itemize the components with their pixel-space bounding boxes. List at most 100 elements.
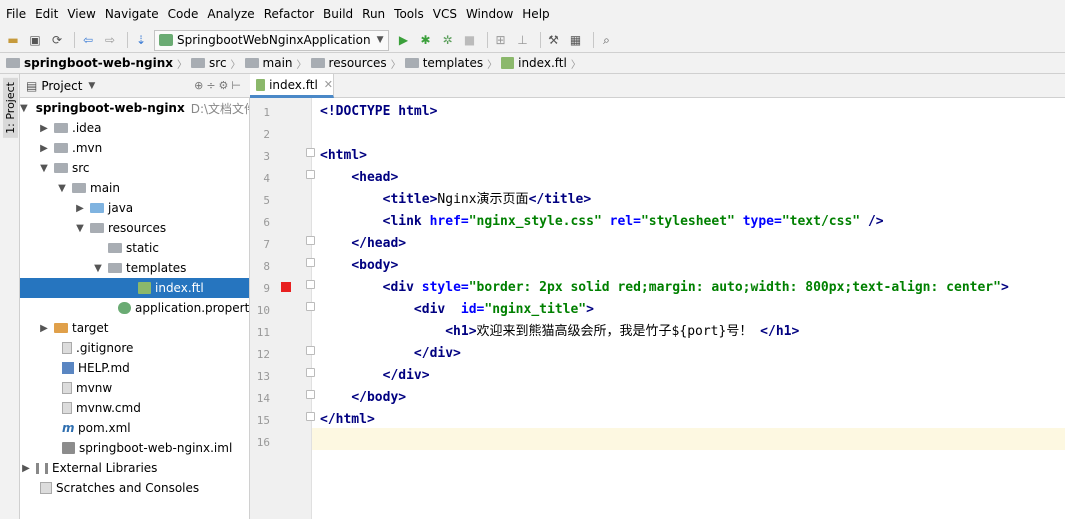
menu-vcs[interactable]: VCS <box>433 7 457 21</box>
editor-gutter[interactable]: 1 2 3 4 5 6 7 8 9 10 11 12 13 14 15 16 <box>250 98 315 519</box>
folder-icon <box>404 58 419 68</box>
menu-window[interactable]: Window <box>466 7 513 21</box>
line-number: 7 <box>263 238 270 251</box>
tree-item-scratches[interactable]: Scratches and Consoles <box>20 478 249 498</box>
chevron-right-icon[interactable]: ▶ <box>38 143 50 154</box>
stop-icon[interactable]: ■ <box>461 31 479 49</box>
title-text: Nginx演示页面 <box>437 192 529 207</box>
chevron-right-icon: 〉 <box>390 59 401 71</box>
settings-icon[interactable]: ⚒ <box>545 31 563 49</box>
chevron-down-icon[interactable]: ▼ <box>74 223 86 234</box>
tree-item-iml[interactable]: springboot-web-nginx.iml <box>20 438 249 458</box>
tree-item-java[interactable]: ▶ java <box>20 198 249 218</box>
project-tool-window-button[interactable]: 1: Project <box>3 78 18 138</box>
menu-code[interactable]: Code <box>168 7 199 21</box>
tree-item-resources[interactable]: ▼ resources <box>20 218 249 238</box>
build-icon[interactable]: ⇣ <box>132 31 150 49</box>
folder-icon <box>54 143 68 153</box>
menu-run[interactable]: Run <box>362 7 385 21</box>
breadcrumb-item-templates[interactable]: templates 〉 <box>404 56 501 71</box>
spring-icon <box>159 34 173 46</box>
tree-item-mvnw-cmd[interactable]: mvnw.cmd <box>20 398 249 418</box>
tree-item-gitignore[interactable]: .gitignore <box>20 338 249 358</box>
breadcrumb-item-resources[interactable]: resources 〉 <box>310 56 405 71</box>
fold-marker-icon[interactable] <box>306 148 315 157</box>
tree-item-static[interactable]: static <box>20 238 249 258</box>
sync-icon[interactable]: ⟳ <box>48 31 66 49</box>
search-everywhere-icon[interactable]: ⌕ <box>598 31 616 49</box>
collapse-icon[interactable]: ÷ <box>206 79 218 92</box>
breadcrumb-item-src[interactable]: src 〉 <box>191 56 245 71</box>
tree-item-application-properties[interactable]: application.properties <box>20 298 249 318</box>
chevron-down-icon[interactable]: ▼ <box>56 183 68 194</box>
doctype: <!DOCTYPE html> <box>320 104 438 119</box>
breadcrumb-item-main[interactable]: main 〉 <box>244 56 311 71</box>
text-file-icon <box>62 382 72 394</box>
hide-icon[interactable]: ⊢ <box>231 79 244 92</box>
menu-view[interactable]: View <box>67 7 95 21</box>
menu-tools[interactable]: Tools <box>394 7 424 21</box>
fold-marker-icon[interactable] <box>306 346 315 355</box>
fold-marker-icon[interactable] <box>306 368 315 377</box>
chevron-down-icon[interactable]: ▼ <box>92 263 104 274</box>
tree-item-root[interactable]: ▼ springboot-web-nginx D:\文档文件 <box>20 98 249 118</box>
tree-item-templates[interactable]: ▼ templates <box>20 258 249 278</box>
fold-marker-icon[interactable] <box>306 280 315 289</box>
code-line-13: </div> <box>382 368 430 383</box>
folder-icon <box>54 123 68 133</box>
menu-edit[interactable]: Edit <box>35 7 58 21</box>
close-icon[interactable]: ✕ <box>324 78 333 91</box>
tree-item-index-ftl[interactable]: index.ftl <box>20 278 249 298</box>
chevron-right-icon[interactable]: ▶ <box>38 323 50 334</box>
forward-icon[interactable]: ⇨ <box>101 31 119 49</box>
tree-item-help-md[interactable]: HELP.md <box>20 358 249 378</box>
back-icon[interactable]: ⇦ <box>79 31 97 49</box>
code-editor[interactable]: 1 2 3 4 5 6 7 8 9 10 11 12 13 14 15 16 <… <box>250 98 1065 519</box>
menu-analyze[interactable]: Analyze <box>207 7 254 21</box>
chevron-down-icon[interactable]: ▼ <box>38 163 50 174</box>
tree-item-mvn[interactable]: ▶ .mvn <box>20 138 249 158</box>
tree-item-target[interactable]: ▶ target <box>20 318 249 338</box>
project-structure-icon[interactable]: ▦ <box>567 31 585 49</box>
tab-index-ftl[interactable]: index.ftl ✕ <box>250 74 334 98</box>
project-panel-title[interactable]: Project <box>41 79 82 93</box>
gear-icon[interactable]: ⚙ <box>219 79 232 92</box>
tree-item-external-libraries[interactable]: ▶ External Libraries <box>20 458 249 478</box>
toolbar-separator <box>486 32 488 48</box>
fold-marker-icon[interactable] <box>306 302 315 311</box>
git-update-icon[interactable]: ⊞ <box>492 31 510 49</box>
chevron-right-icon[interactable]: ▶ <box>20 463 32 474</box>
run-config-dropdown[interactable]: SpringbootWebNginxApplication ▼ <box>154 29 389 51</box>
locate-icon[interactable]: ⊕ <box>194 79 206 92</box>
git-commit-icon[interactable]: ⊥ <box>514 31 532 49</box>
chevron-down-icon[interactable]: ▼ <box>20 103 28 114</box>
breadcrumb-item-file[interactable]: index.ftl 〉 <box>501 56 585 71</box>
coverage-icon[interactable]: ✲ <box>439 31 457 49</box>
run-icon[interactable]: ▶ <box>395 31 413 49</box>
fold-marker-icon[interactable] <box>306 258 315 267</box>
tree-item-main[interactable]: ▼ main <box>20 178 249 198</box>
menu-build[interactable]: Build <box>323 7 353 21</box>
fold-marker-icon[interactable] <box>306 412 315 421</box>
chevron-down-icon[interactable]: ▼ <box>88 81 95 91</box>
chevron-right-icon[interactable]: ▶ <box>74 203 86 214</box>
chevron-right-icon[interactable]: ▶ <box>38 123 50 134</box>
menu-help[interactable]: Help <box>522 7 549 21</box>
rel-value: "stylesheet" <box>640 214 735 229</box>
debug-icon[interactable]: ✱ <box>417 31 435 49</box>
folder-icon <box>108 243 122 253</box>
fold-marker-icon[interactable] <box>306 170 315 179</box>
save-icon[interactable]: ▣ <box>26 31 44 49</box>
tree-item-src[interactable]: ▼ src <box>20 158 249 178</box>
breadcrumb-item-project[interactable]: springboot-web-nginx 〉 <box>6 56 191 71</box>
fold-marker-icon[interactable] <box>306 390 315 399</box>
tree-item-idea[interactable]: ▶ .idea <box>20 118 249 138</box>
menu-navigate[interactable]: Navigate <box>105 7 159 21</box>
tree-item-mvnw[interactable]: mvnw <box>20 378 249 398</box>
menu-refactor[interactable]: Refactor <box>264 7 314 21</box>
breakpoint-icon[interactable] <box>281 282 291 292</box>
menu-file[interactable]: File <box>6 7 26 21</box>
open-folder-icon[interactable]: ▬ <box>4 31 22 49</box>
fold-marker-icon[interactable] <box>306 236 315 245</box>
tree-item-pom-xml[interactable]: m pom.xml <box>20 418 249 438</box>
